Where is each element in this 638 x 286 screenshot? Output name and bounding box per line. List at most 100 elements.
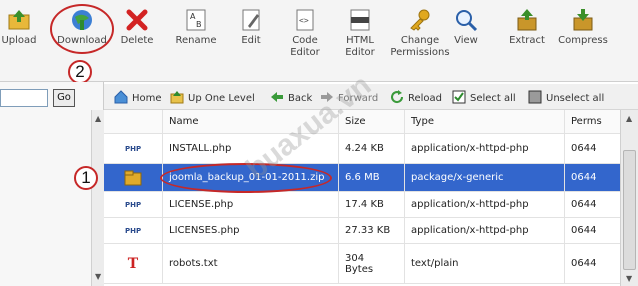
- table-row[interactable]: T robots.txt 304 Bytes text/plain 0644: [104, 244, 620, 284]
- compress-button[interactable]: Compress: [555, 8, 611, 47]
- table-row[interactable]: PHP LICENSES.php 27.33 KB application/x-…: [104, 218, 620, 244]
- change-permissions-label: Change Permissions: [390, 35, 450, 58]
- header-name[interactable]: Name: [162, 110, 338, 133]
- scroll-down-arrow-icon[interactable]: ▼: [95, 272, 101, 281]
- up-one-level-label: Up One Level: [188, 93, 255, 104]
- upload-button[interactable]: Upload: [0, 8, 50, 47]
- code-editor-icon: <>: [296, 9, 314, 31]
- path-input[interactable]: [0, 89, 48, 107]
- home-label: Home: [132, 93, 162, 104]
- up-folder-icon: [170, 91, 184, 104]
- html-editor-button[interactable]: HTML Editor: [338, 8, 382, 59]
- forward-label: Forward: [338, 93, 379, 104]
- extract-label: Extract: [509, 35, 545, 46]
- up-one-level-link[interactable]: Up One Level: [170, 90, 255, 106]
- php-file-icon: PHP: [125, 144, 142, 153]
- edit-button[interactable]: Edit: [233, 8, 269, 47]
- delete-icon: [126, 9, 148, 31]
- php-file-icon: PHP: [125, 200, 142, 209]
- scrollbar-thumb[interactable]: [623, 150, 636, 270]
- file-type: application/x-httpd-php: [404, 192, 564, 217]
- view-label: View: [454, 35, 478, 46]
- back-arrow-icon: [271, 92, 283, 102]
- rename-label: Rename: [175, 35, 217, 46]
- header-perms[interactable]: Perms: [564, 110, 620, 133]
- file-highlight-ring: [160, 163, 332, 193]
- code-editor-label: Code Editor: [290, 35, 320, 58]
- navigation-bar: Home Up One Level Back Forward Reload Se…: [104, 84, 638, 110]
- file-size: 6.6 MB: [338, 164, 404, 191]
- callout-1: 1: [74, 166, 98, 190]
- delete-button[interactable]: Delete: [116, 8, 158, 47]
- upload-icon: [8, 10, 30, 30]
- file-name[interactable]: LICENSE.php: [162, 192, 338, 217]
- unselect-all-label: Unselect all: [546, 93, 605, 104]
- key-icon: [410, 9, 430, 31]
- file-type: package/x-generic: [404, 164, 564, 191]
- header-icon-cell: [104, 110, 162, 133]
- svg-text:<>: <>: [299, 16, 309, 25]
- file-type: application/x-httpd-php: [404, 134, 564, 163]
- view-button[interactable]: View: [450, 8, 482, 47]
- magnifier-icon: [456, 10, 478, 32]
- home-link[interactable]: Home: [114, 90, 162, 106]
- select-all-link[interactable]: Select all: [452, 90, 516, 106]
- file-list-scrollbar[interactable]: ▲ ▼: [620, 110, 638, 286]
- file-size: 304 Bytes: [338, 244, 404, 283]
- extract-icon: [517, 9, 537, 31]
- delete-label: Delete: [120, 35, 154, 46]
- text-file-icon: T: [127, 255, 139, 272]
- forward-link[interactable]: Forward: [320, 90, 378, 106]
- reload-label: Reload: [408, 93, 443, 104]
- extract-button[interactable]: Extract: [505, 8, 549, 47]
- left-scrollbar[interactable]: ▲ ▼: [91, 110, 104, 286]
- file-name[interactable]: LICENSES.php: [162, 218, 338, 243]
- unselect-all-link[interactable]: Unselect all: [528, 90, 604, 106]
- select-all-label: Select all: [470, 93, 516, 104]
- edit-label: Edit: [241, 35, 261, 46]
- forward-arrow-icon: [321, 92, 333, 102]
- back-label: Back: [288, 93, 313, 104]
- table-row[interactable]: PHP INSTALL.php 4.24 KB application/x-ht…: [104, 134, 620, 164]
- file-name[interactable]: INSTALL.php: [162, 134, 338, 163]
- header-size[interactable]: Size: [338, 110, 404, 133]
- file-perms[interactable]: 0644: [564, 218, 620, 243]
- svg-text:B: B: [196, 20, 202, 29]
- callout-2: 2: [68, 60, 92, 84]
- compress-label: Compress: [558, 35, 608, 46]
- file-size: 17.4 KB: [338, 192, 404, 217]
- table-header-row: Name Size Type Perms: [104, 110, 620, 134]
- home-icon: [114, 90, 128, 104]
- rename-icon: A B: [186, 9, 206, 31]
- scroll-down-arrow-icon[interactable]: ▼: [626, 274, 632, 283]
- php-file-icon: PHP: [125, 226, 142, 235]
- file-type: text/plain: [404, 244, 564, 283]
- file-perms[interactable]: 0644: [564, 244, 620, 283]
- html-editor-label: HTML Editor: [345, 35, 375, 58]
- empty-box-icon: [528, 90, 542, 104]
- reload-link[interactable]: Reload: [390, 90, 442, 106]
- scroll-up-arrow-icon[interactable]: ▲: [626, 114, 632, 123]
- change-permissions-button[interactable]: Change Permissions: [388, 8, 452, 59]
- edit-icon: [242, 9, 260, 31]
- file-perms[interactable]: 0644: [564, 164, 620, 191]
- file-size: 27.33 KB: [338, 218, 404, 243]
- html-editor-icon: [350, 9, 370, 31]
- scroll-up-arrow-icon[interactable]: ▲: [95, 114, 101, 123]
- file-name[interactable]: robots.txt: [162, 244, 338, 283]
- archive-file-icon: [124, 170, 142, 185]
- compress-icon: [573, 9, 593, 31]
- upload-label: Upload: [1, 35, 37, 46]
- file-size: 4.24 KB: [338, 134, 404, 163]
- go-button[interactable]: Go: [53, 89, 75, 107]
- file-perms[interactable]: 0644: [564, 134, 620, 163]
- rename-button[interactable]: A B Rename: [172, 8, 220, 47]
- code-editor-button[interactable]: <> Code Editor: [283, 8, 327, 59]
- file-type: application/x-httpd-php: [404, 218, 564, 243]
- table-row[interactable]: PHP LICENSE.php 17.4 KB application/x-ht…: [104, 192, 620, 218]
- reload-icon: [391, 90, 404, 104]
- header-type[interactable]: Type: [404, 110, 564, 133]
- file-perms[interactable]: 0644: [564, 192, 620, 217]
- back-link[interactable]: Back: [270, 90, 312, 106]
- checked-box-icon: [452, 90, 466, 104]
